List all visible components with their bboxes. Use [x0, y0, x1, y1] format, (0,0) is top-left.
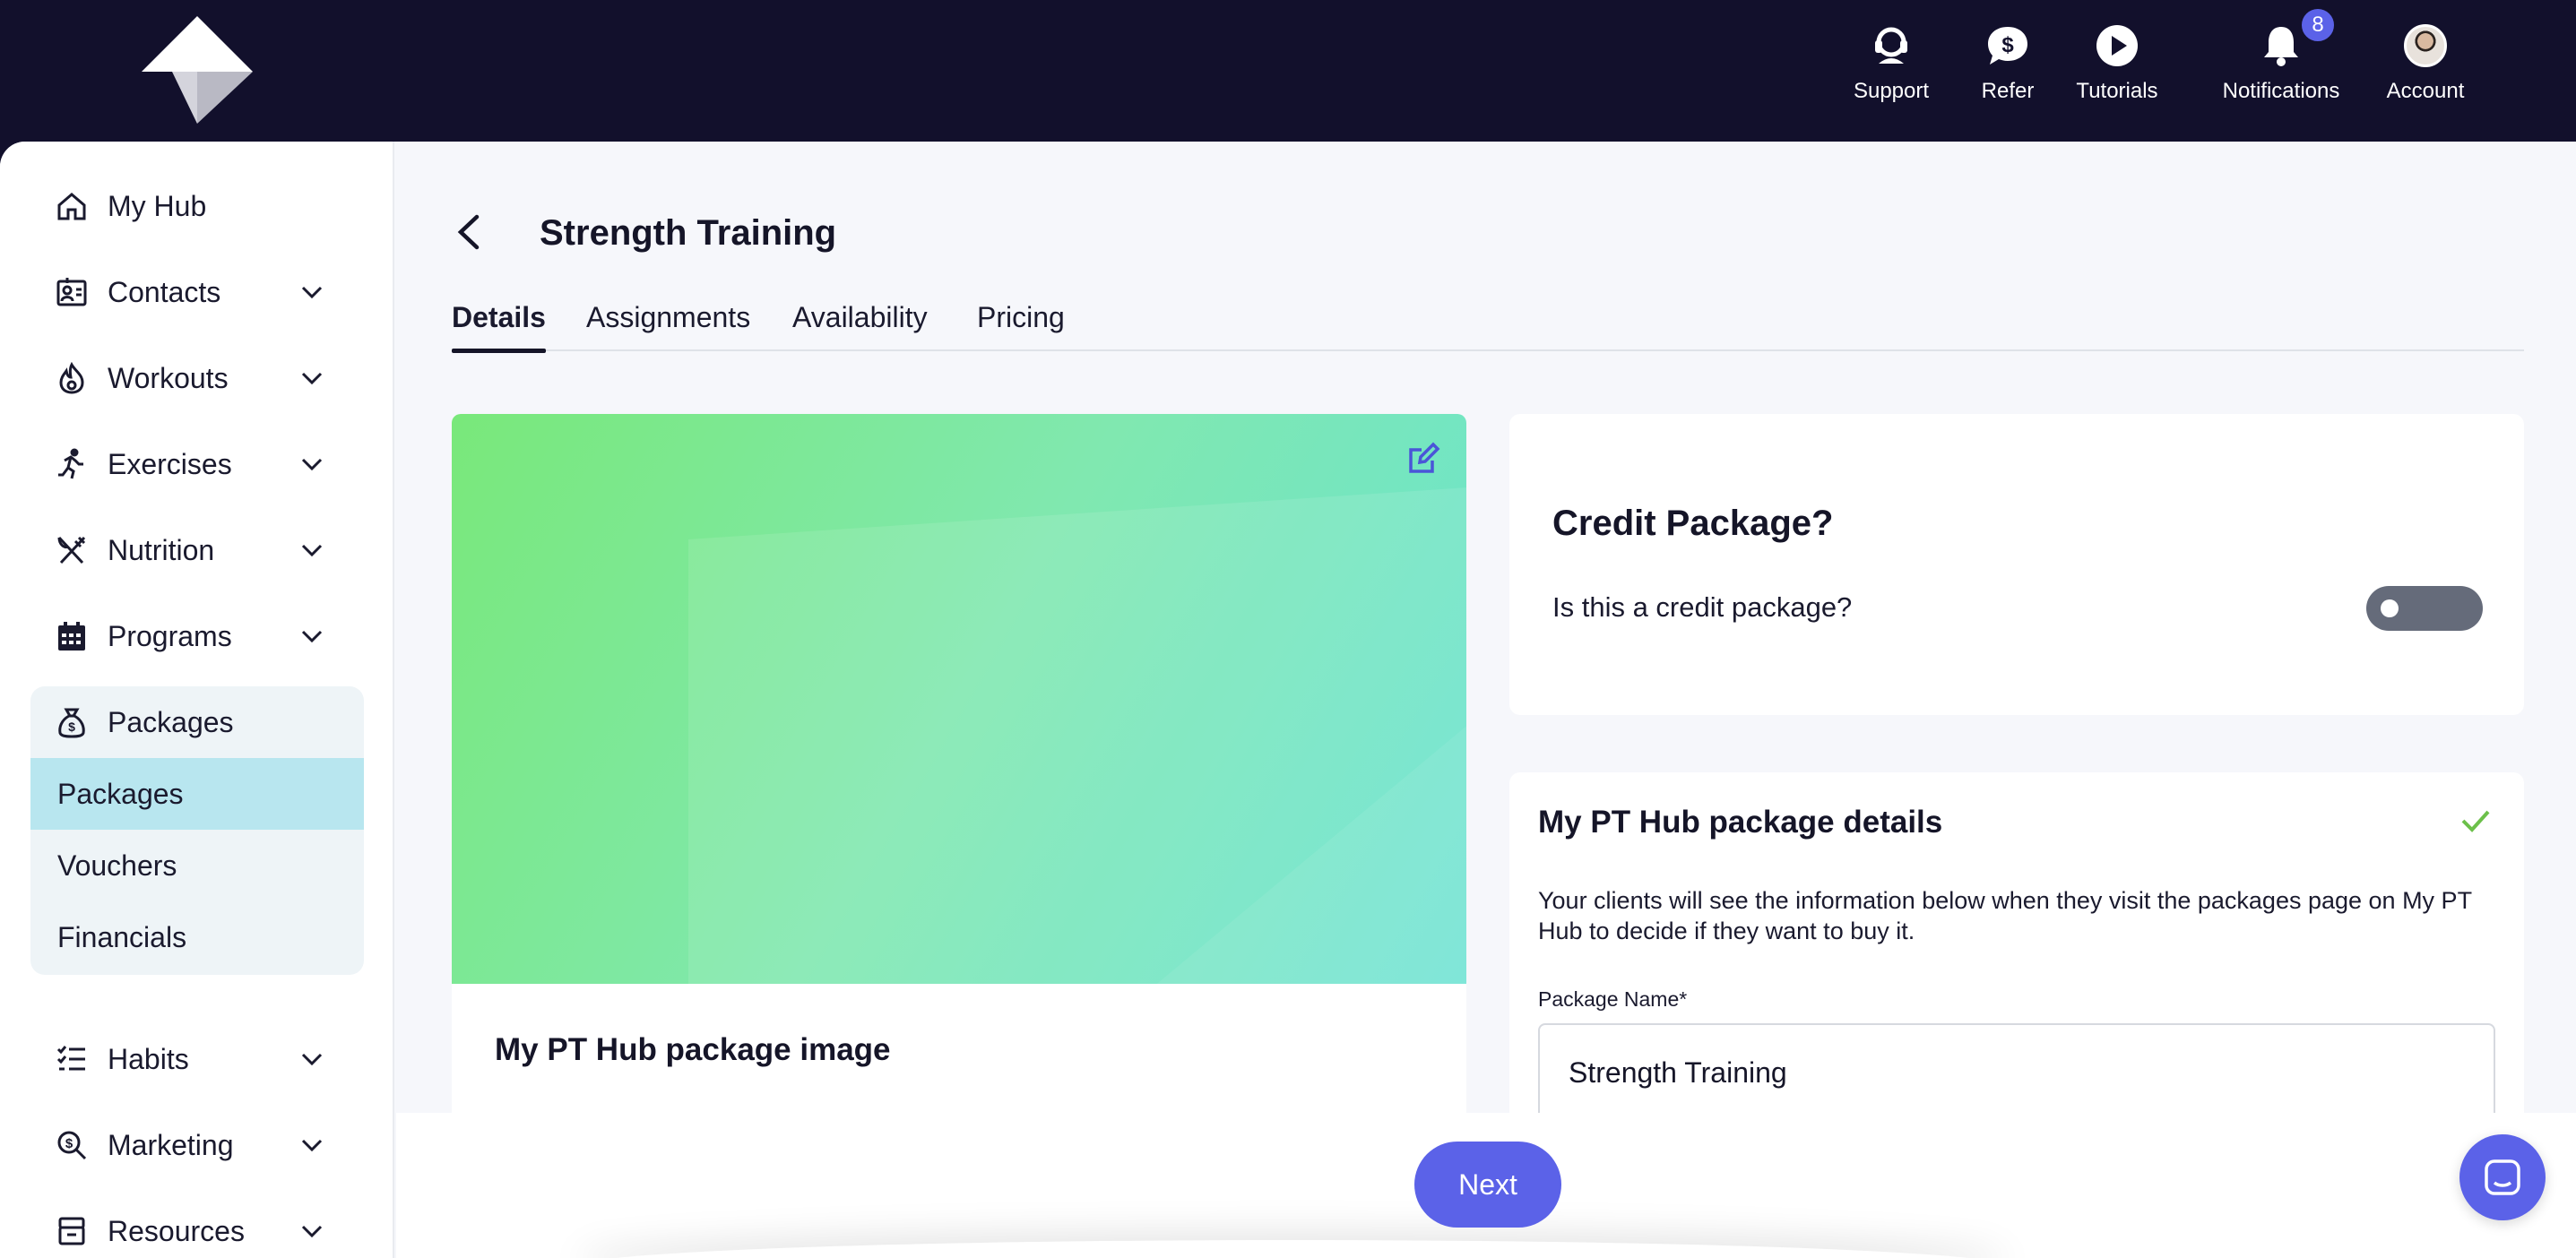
sidebar-item-workouts[interactable]: Workouts: [30, 342, 364, 414]
calendar-icon: [52, 616, 91, 656]
sidebar-subitem-packages[interactable]: Packages: [30, 758, 364, 830]
notifications-badge: 8: [2300, 7, 2336, 43]
sidebar-item-habits[interactable]: Habits: [30, 1023, 364, 1095]
sidebar-item-marketing[interactable]: $ Marketing: [30, 1109, 364, 1181]
money-bag-icon: $: [52, 702, 91, 742]
credit-question: Is this a credit package?: [1552, 591, 1853, 623]
back-arrow-icon[interactable]: [448, 210, 493, 254]
svg-text:$: $: [68, 719, 75, 734]
refer-button[interactable]: $ Refer: [1963, 22, 2053, 120]
tutorials-label: Tutorials: [2076, 79, 2158, 103]
sidebar-item-nutrition[interactable]: Nutrition: [30, 514, 364, 586]
utensils-icon: [52, 530, 91, 570]
package-image: [452, 414, 1466, 984]
notifications-button[interactable]: 8 Notifications: [2214, 7, 2348, 120]
sidebar-item-label: Exercises: [108, 447, 232, 480]
package-image-card: My PT Hub package image: [452, 414, 1466, 1131]
archive-icon: [52, 1211, 91, 1251]
home-icon: [52, 186, 91, 226]
app-logo[interactable]: [142, 16, 253, 124]
refer-label: Refer: [1981, 79, 2035, 103]
sidebar-item-contacts[interactable]: Contacts: [30, 256, 364, 328]
sidebar-item-packages[interactable]: $ Packages: [30, 686, 364, 758]
support-button[interactable]: Support: [1828, 22, 1954, 120]
chat-icon: [2485, 1159, 2520, 1195]
chevron-down-icon: [301, 458, 323, 471]
sidebar-item-label: Workouts: [108, 361, 229, 394]
flame-icon: [52, 358, 91, 398]
sidebar-item-programs[interactable]: Programs: [30, 600, 364, 672]
svg-text:$: $: [65, 1136, 73, 1151]
next-button[interactable]: Next: [1414, 1142, 1561, 1228]
credit-package-toggle[interactable]: [2366, 586, 2483, 631]
app-shell: My Hub Contacts Workouts Exercises Nutri…: [0, 142, 2576, 1258]
credit-package-card: Credit Package? Is this a credit package…: [1509, 414, 2524, 715]
notifications-label: Notifications: [2222, 79, 2340, 103]
sidebar: My Hub Contacts Workouts Exercises Nutri…: [0, 142, 394, 1258]
play-icon: [2093, 22, 2141, 70]
package-name-label: Package Name*: [1538, 987, 1688, 1011]
tab-details[interactable]: Details: [452, 301, 546, 353]
details-description: Your clients will see the information be…: [1538, 887, 2472, 944]
chevron-down-icon: [301, 286, 323, 299]
bottom-action-bar: Next: [396, 1113, 2576, 1258]
tab-pricing[interactable]: Pricing: [977, 301, 1065, 351]
sidebar-item-label: My Hub: [108, 189, 207, 222]
bell-icon: [2257, 22, 2305, 70]
tutorials-button[interactable]: Tutorials: [2063, 22, 2171, 120]
sidebar-item-label: Packages: [108, 705, 234, 738]
chevron-down-icon: [301, 630, 323, 643]
chevron-down-icon: [301, 544, 323, 557]
running-icon: [52, 444, 91, 484]
tab-availability[interactable]: Availability: [792, 301, 928, 351]
contacts-icon: [52, 272, 91, 312]
sidebar-subitem-financials[interactable]: Financials: [30, 901, 364, 973]
account-button[interactable]: Account: [2375, 22, 2476, 120]
svg-text:$: $: [2001, 33, 2014, 57]
chevron-down-icon: [301, 1225, 323, 1238]
edit-icon[interactable]: [1405, 441, 1441, 477]
headset-icon: [1867, 22, 1915, 70]
chat-launcher-button[interactable]: [2459, 1134, 2546, 1220]
page-title: Strength Training: [540, 213, 837, 253]
sidebar-item-label: Nutrition: [108, 533, 215, 566]
chevron-down-icon: [301, 1053, 323, 1066]
check-icon: [2461, 810, 2490, 832]
support-label: Support: [1853, 79, 1930, 103]
sidebar-item-label: Marketing: [108, 1128, 234, 1161]
package-name-input[interactable]: [1538, 1023, 2495, 1122]
avatar: [2404, 24, 2447, 67]
chevron-down-icon: [301, 372, 323, 385]
sidebar-item-my-hub[interactable]: My Hub: [30, 170, 364, 242]
sidebar-item-resources[interactable]: Resources: [30, 1195, 364, 1258]
details-title: My PT Hub package details: [1538, 805, 1943, 840]
sidebar-item-label: Contacts: [108, 275, 221, 308]
checklist-icon: [52, 1039, 91, 1079]
sidebar-subitem-vouchers[interactable]: Vouchers: [30, 830, 364, 901]
sidebar-item-label: Resources: [108, 1214, 245, 1247]
dollar-chat-icon: $: [1984, 22, 2032, 70]
chevron-down-icon: [301, 1139, 323, 1152]
account-label: Account: [2386, 79, 2465, 103]
sidebar-item-exercises[interactable]: Exercises: [30, 428, 364, 500]
sidebar-item-label: Habits: [108, 1042, 189, 1075]
top-bar: Support $ Refer Tutorials 8 Notification…: [0, 0, 2576, 143]
tab-bar: Details Assignments Availability Pricing: [452, 301, 2524, 353]
image-card-title: My PT Hub package image: [495, 1032, 891, 1067]
search-dollar-icon: $: [52, 1125, 91, 1165]
tab-assignments[interactable]: Assignments: [586, 301, 750, 351]
sidebar-item-label: Programs: [108, 619, 232, 652]
credit-title: Credit Package?: [1552, 504, 1834, 543]
